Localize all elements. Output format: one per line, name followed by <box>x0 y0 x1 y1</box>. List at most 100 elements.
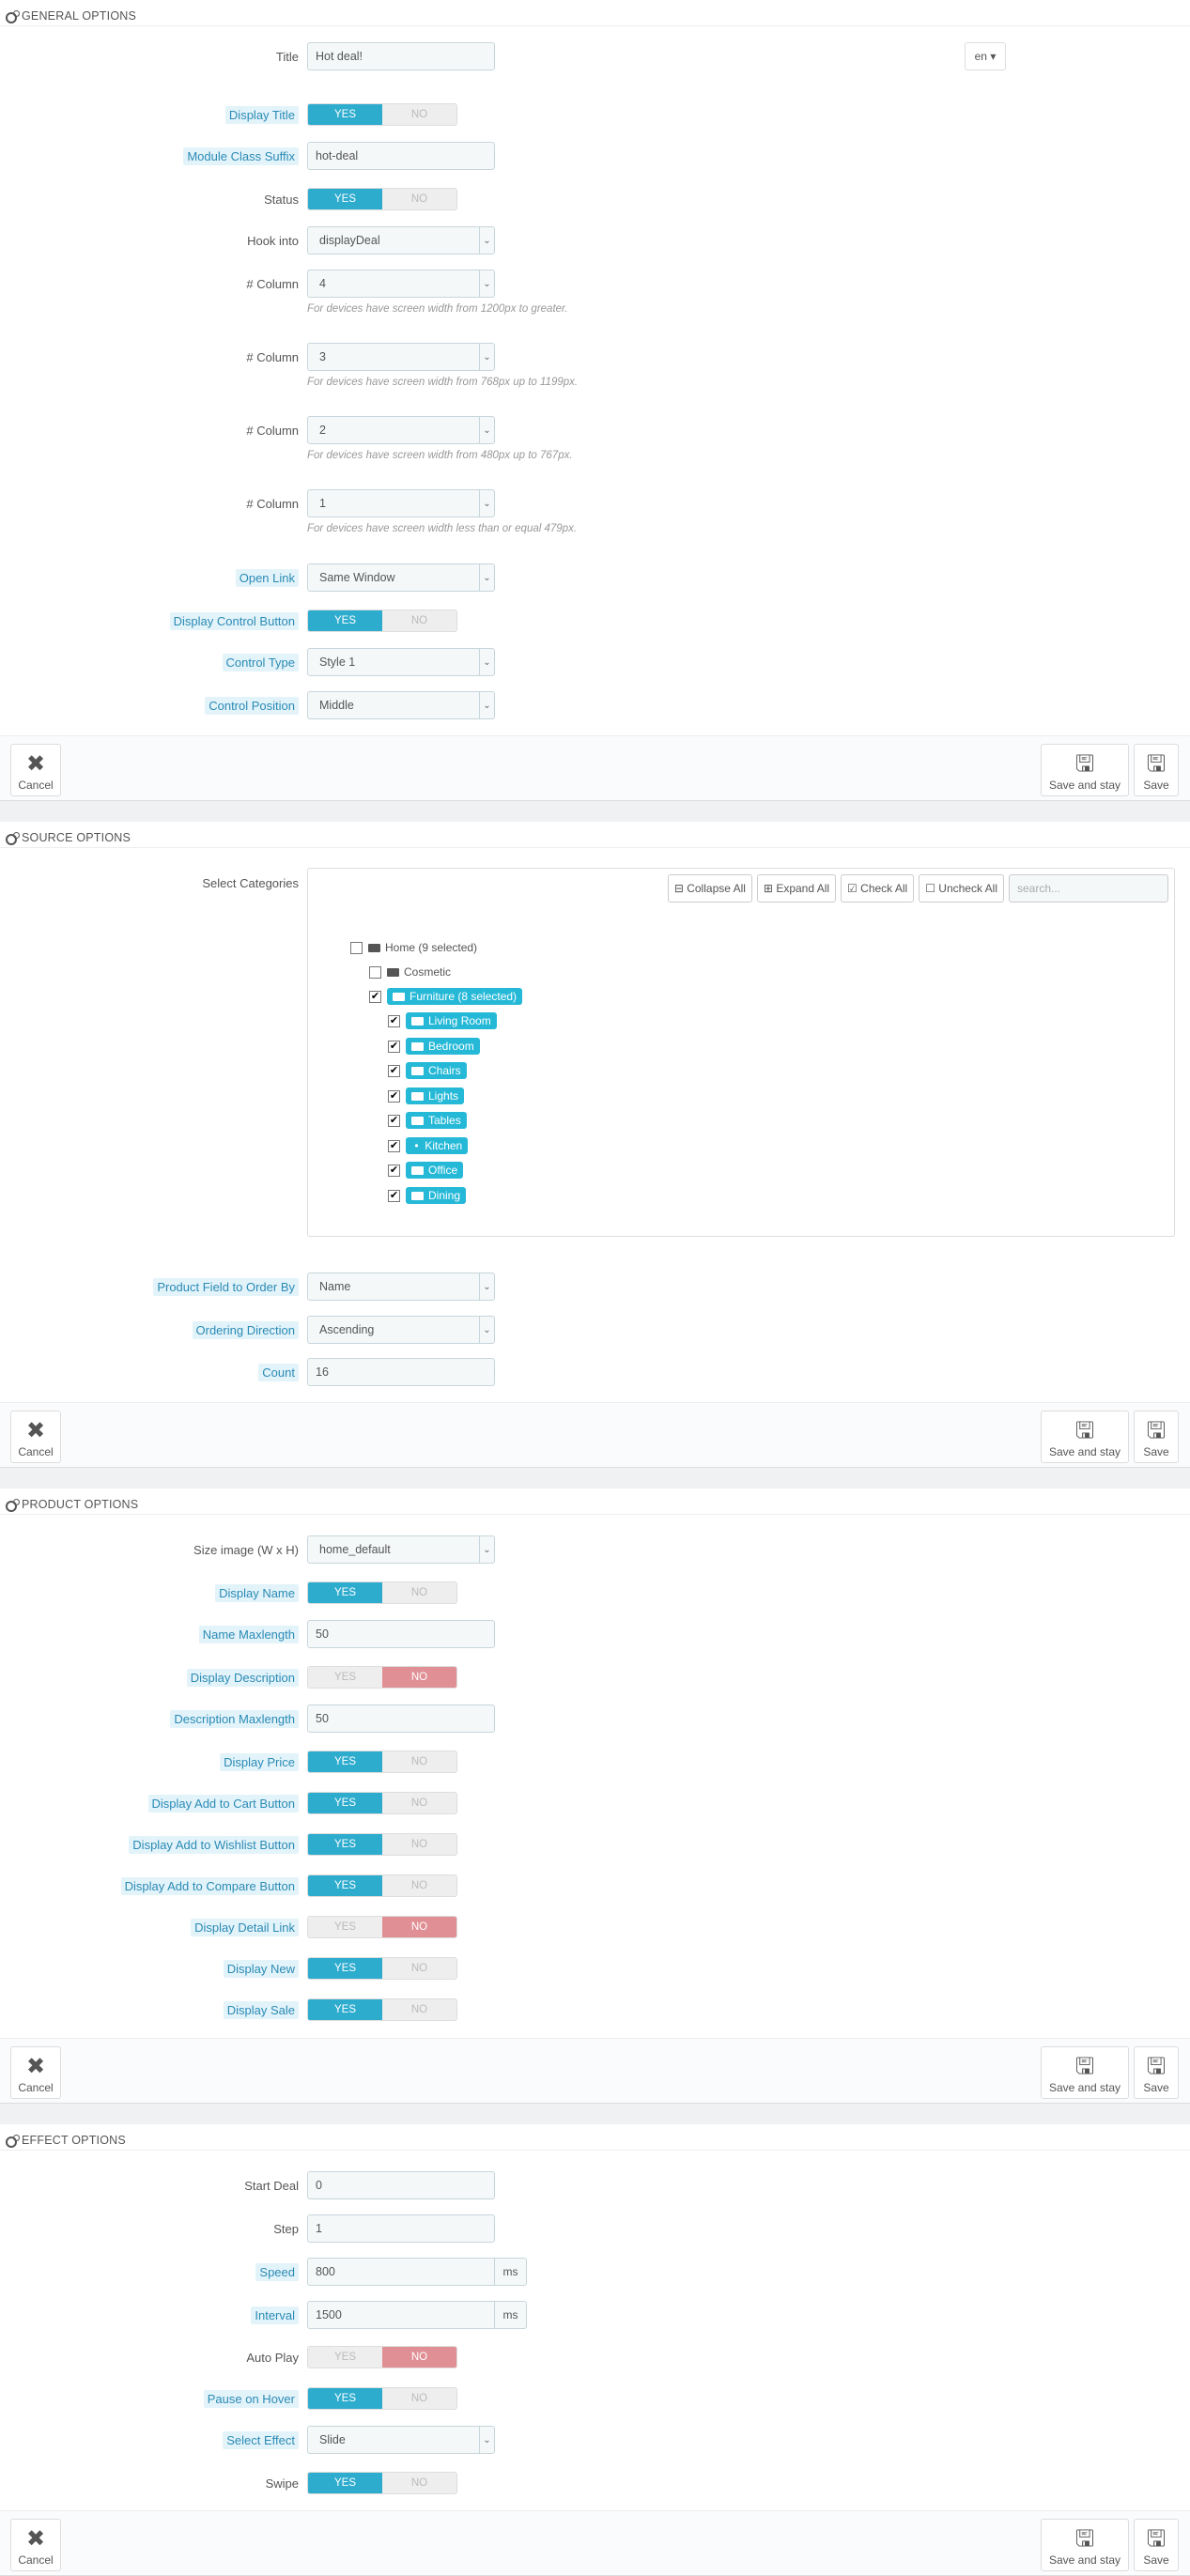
display-control-switch[interactable]: YES NO <box>307 609 457 632</box>
speed-input[interactable]: 800 <box>307 2258 495 2286</box>
switch-yes[interactable]: YES <box>308 1667 382 1688</box>
detail-link-switch[interactable]: YES NO <box>307 1916 457 1938</box>
tree-node-home[interactable]: Home (9 selected) <box>350 938 477 957</box>
cancel-button[interactable]: ✖ Cancel <box>10 1411 61 1463</box>
name-maxlength-input[interactable]: 50 <box>307 1620 495 1648</box>
add-to-compare-switch[interactable]: YES NO <box>307 1874 457 1897</box>
checkbox-checked[interactable]: ✔ <box>388 1114 400 1127</box>
cancel-button[interactable]: ✖ Cancel <box>10 2519 61 2571</box>
switch-yes[interactable]: YES <box>308 2347 382 2368</box>
checkbox-checked[interactable]: ✔ <box>388 1189 400 1202</box>
cancel-button[interactable]: ✖ Cancel <box>10 2046 61 2099</box>
save-button[interactable]: 🖫 Save <box>1134 2046 1179 2099</box>
tree-node-child[interactable]: ✔ Office <box>388 1161 464 1180</box>
save-button[interactable]: 🖫 Save <box>1134 744 1179 796</box>
checkbox-checked[interactable]: ✔ <box>369 990 381 1003</box>
switch-no[interactable]: NO <box>382 1667 456 1688</box>
switch-no[interactable]: NO <box>382 189 456 209</box>
switch-yes[interactable]: YES <box>308 104 382 125</box>
checkbox-checked[interactable]: ✔ <box>388 1014 400 1027</box>
checkbox-checked[interactable]: ✔ <box>388 1139 400 1152</box>
save-and-stay-button[interactable]: 🖫 Save and stay <box>1041 2519 1129 2571</box>
switch-yes[interactable]: YES <box>308 189 382 209</box>
size-image-select[interactable]: home_default ⌄ <box>307 1535 495 1564</box>
checkbox[interactable] <box>350 941 363 954</box>
switch-no[interactable]: NO <box>382 1834 456 1855</box>
switch-no[interactable]: NO <box>382 1793 456 1813</box>
switch-no[interactable]: NO <box>382 1582 456 1603</box>
switch-no[interactable]: NO <box>382 1958 456 1979</box>
column-sm-select[interactable]: 2 ⌄ <box>307 416 495 444</box>
start-deal-input[interactable]: 0 <box>307 2171 495 2199</box>
switch-yes[interactable]: YES <box>308 1999 382 2020</box>
pause-on-hover-switch[interactable]: YES NO <box>307 2387 457 2410</box>
checkbox-checked[interactable]: ✔ <box>388 1040 400 1053</box>
switch-no[interactable]: NO <box>382 2473 456 2493</box>
checkbox-checked[interactable]: ✔ <box>388 1089 400 1103</box>
description-maxlength-input[interactable]: 50 <box>307 1704 495 1733</box>
switch-no[interactable]: NO <box>382 1751 456 1772</box>
order-by-select[interactable]: Name ⌄ <box>307 1273 495 1301</box>
switch-no[interactable]: NO <box>382 1875 456 1896</box>
column-md-select[interactable]: 3 ⌄ <box>307 343 495 371</box>
switch-yes[interactable]: YES <box>308 610 382 631</box>
switch-no[interactable]: NO <box>382 104 456 125</box>
switch-yes[interactable]: YES <box>308 1751 382 1772</box>
auto-play-switch[interactable]: YES NO <box>307 2346 457 2368</box>
tree-node-child[interactable]: ✔ Dining <box>388 1186 467 1205</box>
save-and-stay-button[interactable]: 🖫 Save and stay <box>1041 2046 1129 2099</box>
checkbox-checked[interactable]: ✔ <box>388 1064 400 1077</box>
switch-yes[interactable]: YES <box>308 1958 382 1979</box>
expand-all-button[interactable]: ⊞ Expand All <box>756 874 837 902</box>
save-button[interactable]: 🖫 Save <box>1134 2519 1179 2571</box>
save-and-stay-button[interactable]: 🖫 Save and stay <box>1041 1411 1129 1463</box>
add-to-cart-switch[interactable]: YES NO <box>307 1792 457 1814</box>
column-xs-select[interactable]: 1 ⌄ <box>307 489 495 517</box>
tree-node-child[interactable]: ✔ Bedroom <box>388 1037 480 1056</box>
control-position-select[interactable]: Middle ⌄ <box>307 691 495 719</box>
switch-yes[interactable]: YES <box>308 2388 382 2409</box>
count-input[interactable]: 16 <box>307 1358 495 1386</box>
hook-select[interactable]: displayDeal ⌄ <box>307 226 495 255</box>
title-input[interactable]: Hot deal! <box>307 42 495 70</box>
switch-yes[interactable]: YES <box>308 1834 382 1855</box>
display-sale-switch[interactable]: YES NO <box>307 1998 457 2021</box>
interval-input[interactable]: 1500 <box>307 2301 495 2329</box>
status-switch[interactable]: YES NO <box>307 188 457 210</box>
switch-no[interactable]: NO <box>382 1917 456 1937</box>
step-input[interactable]: 1 <box>307 2214 495 2243</box>
swipe-switch[interactable]: YES NO <box>307 2472 457 2494</box>
switch-no[interactable]: NO <box>382 2347 456 2368</box>
display-price-switch[interactable]: YES NO <box>307 1751 457 1773</box>
switch-no[interactable]: NO <box>382 1999 456 2020</box>
checkbox[interactable] <box>369 965 381 979</box>
check-all-button[interactable]: ☑ Check All <box>841 874 915 902</box>
uncheck-all-button[interactable]: ☐ Uncheck All <box>919 874 1004 902</box>
switch-no[interactable]: NO <box>382 610 456 631</box>
switch-yes[interactable]: YES <box>308 2473 382 2493</box>
tree-node-child[interactable]: ✔ Lights <box>388 1087 465 1105</box>
save-and-stay-button[interactable]: 🖫 Save and stay <box>1041 744 1129 796</box>
display-description-switch[interactable]: YES NO <box>307 1666 457 1689</box>
cancel-button[interactable]: ✖ Cancel <box>10 744 61 796</box>
checkbox-checked[interactable]: ✔ <box>388 1164 400 1177</box>
display-new-switch[interactable]: YES NO <box>307 1957 457 1980</box>
tree-node-child[interactable]: ✔ Tables <box>388 1111 467 1130</box>
switch-yes[interactable]: YES <box>308 1917 382 1937</box>
language-dropdown[interactable]: en ▾ <box>965 42 1006 70</box>
display-title-switch[interactable]: YES NO <box>307 103 457 126</box>
tree-node-cosmetic[interactable]: Cosmetic <box>369 963 451 981</box>
ordering-direction-select[interactable]: Ascending ⌄ <box>307 1316 495 1344</box>
column-lg-select[interactable]: 4 ⌄ <box>307 270 495 298</box>
select-effect-select[interactable]: Slide ⌄ <box>307 2426 495 2454</box>
tree-node-child[interactable]: ✔ Chairs <box>388 1061 467 1080</box>
switch-yes[interactable]: YES <box>308 1582 382 1603</box>
save-button[interactable]: 🖫 Save <box>1134 1411 1179 1463</box>
open-link-select[interactable]: Same Window ⌄ <box>307 563 495 592</box>
module-class-input[interactable]: hot-deal <box>307 142 495 170</box>
switch-no[interactable]: NO <box>382 2388 456 2409</box>
tree-search-input[interactable]: search... <box>1009 874 1168 902</box>
tree-node-child[interactable]: ✔ • Kitchen <box>388 1136 469 1155</box>
add-to-wishlist-switch[interactable]: YES NO <box>307 1833 457 1856</box>
tree-node-child[interactable]: ✔ Living Room <box>388 1011 497 1030</box>
